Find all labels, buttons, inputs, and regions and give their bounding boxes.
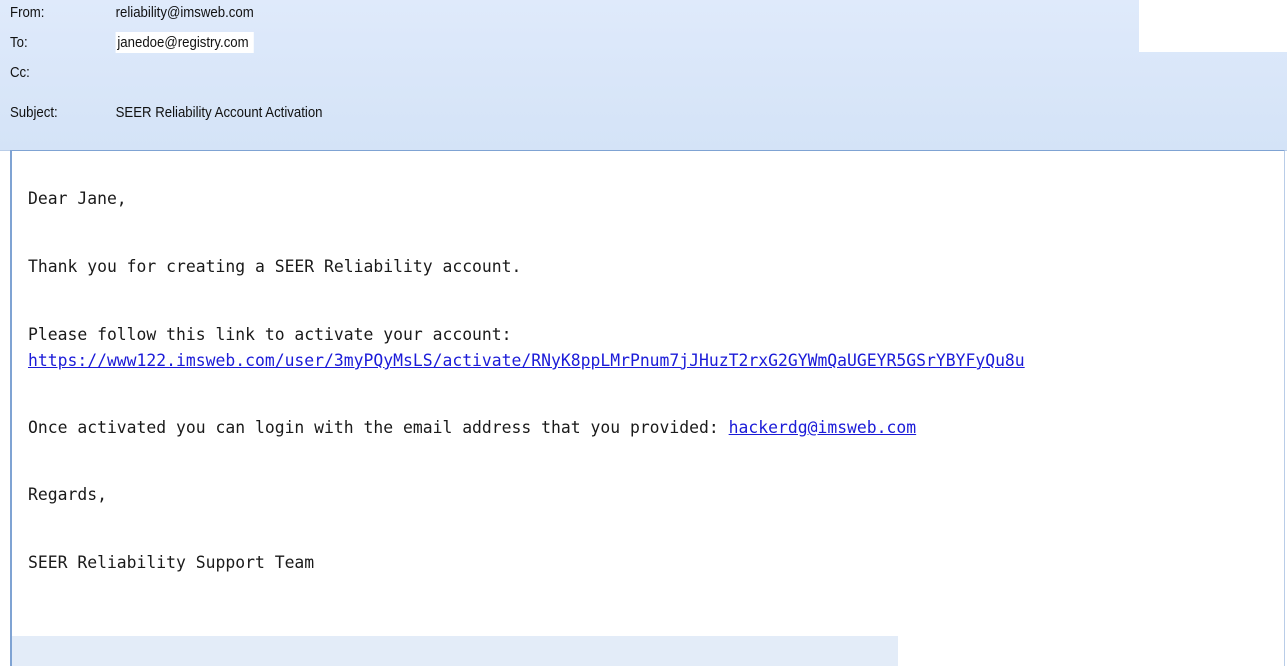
regards-text: Regards, <box>28 485 107 504</box>
subject-value: SEER Reliability Account Activation <box>115 103 323 121</box>
activation-link-line: https://www122.imsweb.com/user/3myPQyMsL… <box>28 350 1025 372</box>
email-header: From: reliability@imsweb.com To: janedoe… <box>0 0 1287 151</box>
follow-link-text: Please follow this link to activate your… <box>28 325 512 344</box>
to-label: To: <box>10 33 28 51</box>
subject-row: Subject: SEER Reliability Account Activa… <box>10 101 323 123</box>
activation-link[interactable]: https://www122.imsweb.com/user/3myPQyMsL… <box>28 351 1025 370</box>
cc-row: Cc: <box>10 61 116 83</box>
to-value[interactable]: janedoe@registry.com <box>115 31 254 53</box>
from-value[interactable]: reliability@imsweb.com <box>116 4 254 21</box>
login-info-line: Once activated you can login with the em… <box>28 417 916 439</box>
email-link[interactable]: hackerdg@imsweb.com <box>729 418 917 437</box>
from-label: From: <box>10 3 45 21</box>
subject-label: Subject: <box>10 103 58 121</box>
signature-text: SEER Reliability Support Team <box>28 553 315 572</box>
greeting-text: Dear Jane, <box>28 189 127 208</box>
email-window: From: reliability@imsweb.com To: janedoe… <box>0 0 1287 666</box>
cc-label: Cc: <box>10 63 30 81</box>
email-body <box>10 150 1285 666</box>
header-corner-blank <box>1139 0 1287 52</box>
to-row: To: janedoe@registry.com <box>10 31 254 53</box>
footer-strip <box>12 636 898 666</box>
thanks-text: Thank you for creating a SEER Reliabilit… <box>28 257 522 276</box>
from-row: From: reliability@imsweb.com <box>10 1 254 23</box>
login-info-text: Once activated you can login with the em… <box>28 418 729 437</box>
